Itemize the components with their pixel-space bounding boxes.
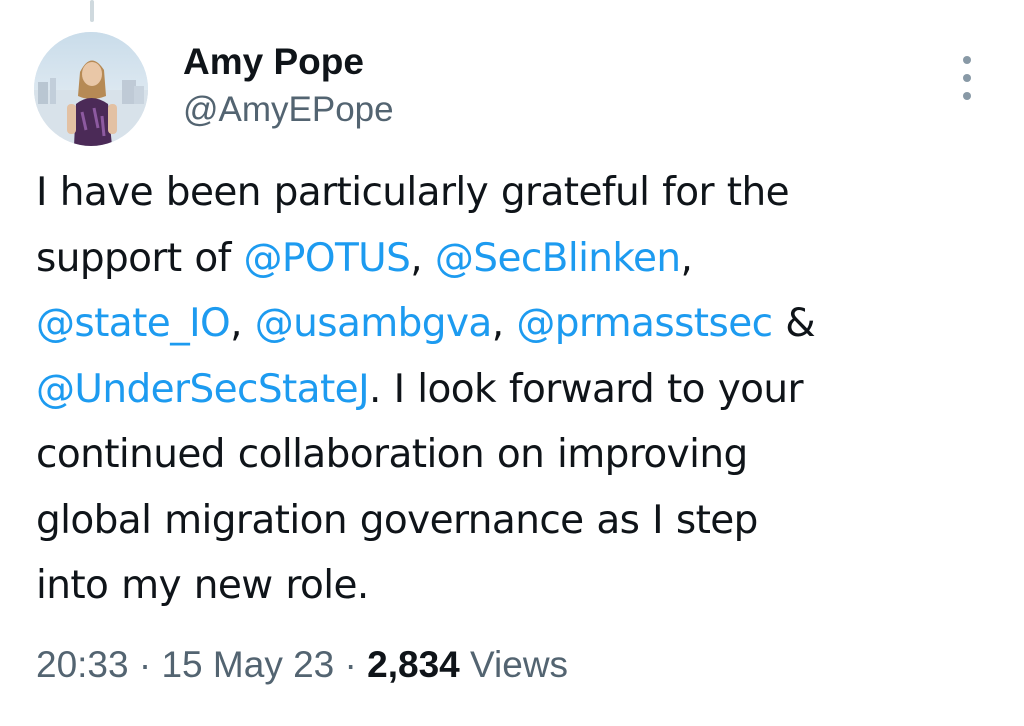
mention-link[interactable]: @UnderSecStateJ — [36, 367, 370, 412]
author-name[interactable]: Amy Pope — [183, 40, 364, 84]
tweet-line: @UnderSecStateJ. I look forward to your — [36, 357, 1006, 423]
meta-separator: · — [128, 644, 162, 685]
avatar[interactable] — [34, 32, 148, 146]
mention-link[interactable]: @SecBlinken — [435, 236, 681, 281]
tweet-date[interactable]: 15 May 23 — [161, 644, 334, 685]
mention-link[interactable]: @state_IO — [36, 301, 231, 346]
tweet-line: support of @POTUS, @SecBlinken, — [36, 226, 1006, 292]
tweet-line: continued collaboration on improving — [36, 422, 1006, 488]
more-dot — [963, 92, 971, 100]
tweet-text-segment: , — [680, 235, 693, 281]
thread-connector-line — [90, 0, 94, 22]
tweet-line: I have been particularly grateful for th… — [36, 160, 1006, 226]
tweet-text-segment: , — [491, 301, 517, 346]
tweet-line: into my new role. — [36, 553, 1006, 619]
tweet-text-segment: & — [772, 301, 816, 346]
tweet-text-segment: I have been particularly grateful for th… — [36, 170, 790, 215]
tweet-meta: 20:33 · 15 May 23 · 2,834 Views — [36, 640, 568, 690]
tweet-line: global migration governance as I step — [36, 488, 1006, 554]
tweet-text-segment: global migration governance as I step — [36, 497, 758, 543]
profile-photo — [34, 32, 148, 146]
mention-link[interactable]: @usambgva — [255, 301, 493, 346]
tweet-text-segment: , — [410, 235, 435, 281]
tweet-text-segment: support of — [36, 235, 244, 281]
tweet-text-segment: . I look forward to your — [368, 366, 804, 412]
tweet-text-segment: into my new role. — [36, 563, 369, 608]
tweet-line: @state_IO, @usambgva, @prmasstsec & — [36, 291, 1006, 357]
more-vertical-icon[interactable] — [952, 56, 982, 100]
tweet-text-segment: , — [230, 301, 255, 346]
meta-separator: · — [334, 644, 368, 685]
more-dot — [963, 56, 971, 64]
more-dot — [963, 74, 971, 82]
tweet-text-segment: continued collaboration on improving — [36, 432, 748, 477]
mention-link[interactable]: @prmasstsec — [516, 301, 773, 346]
mention-link[interactable]: @POTUS — [244, 236, 411, 281]
views-label[interactable]: Views — [460, 644, 568, 685]
tweet-time[interactable]: 20:33 — [36, 644, 129, 685]
author-handle[interactable]: @AmyEPope — [183, 88, 394, 132]
tweet-text: I have been particularly grateful for th… — [36, 160, 1006, 619]
views-count[interactable]: 2,834 — [367, 644, 460, 685]
